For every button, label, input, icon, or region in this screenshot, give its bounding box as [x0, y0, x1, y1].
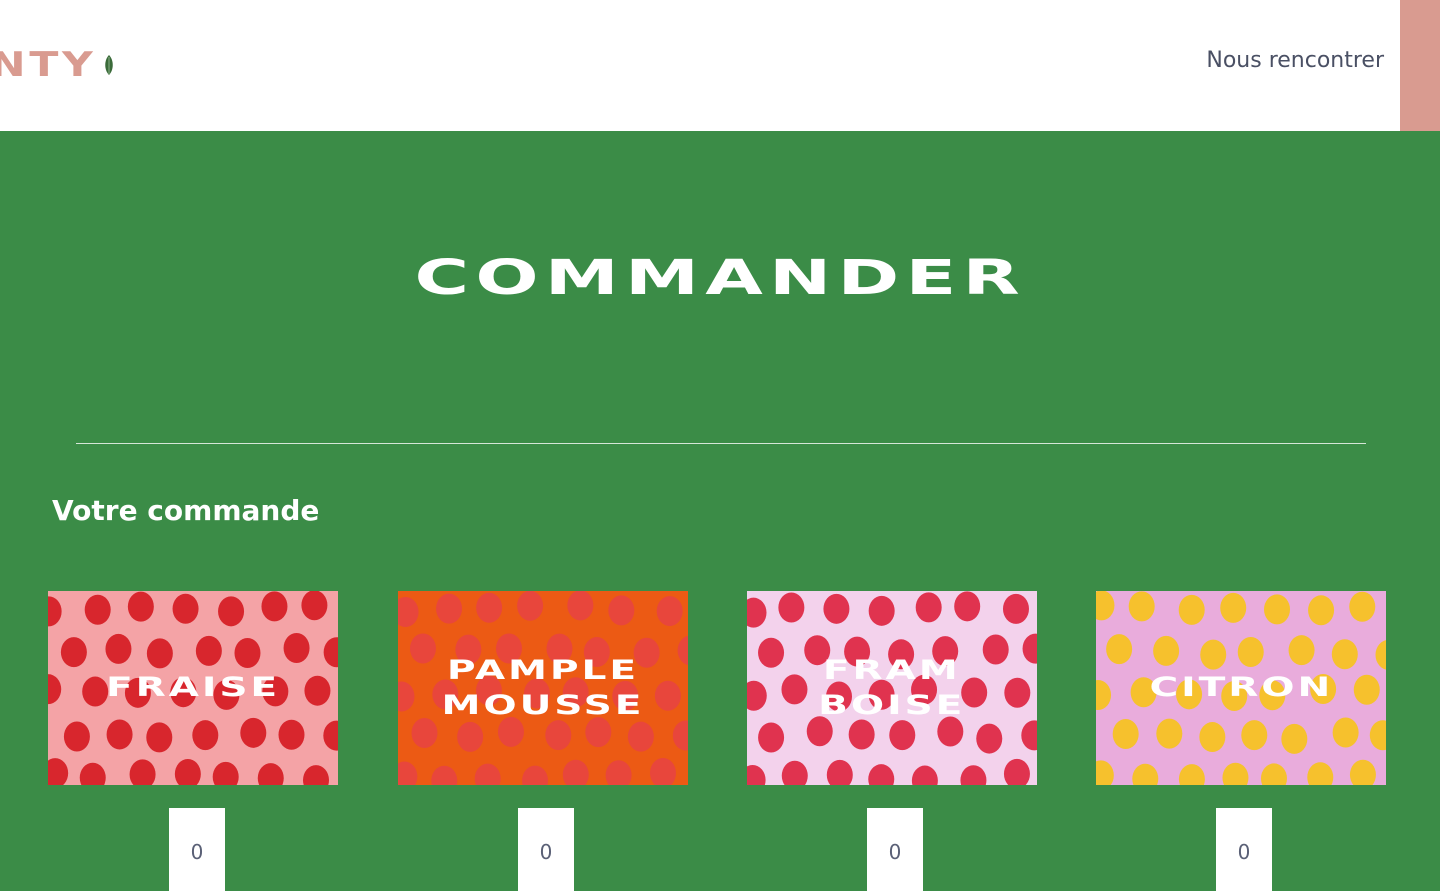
product-card-framboise[interactable]: FRAM BOISE — [747, 591, 1037, 785]
site-header: NTY Nous rencontrer — [0, 0, 1440, 131]
nav-link-nous-rencontrer[interactable]: Nous rencontrer — [1206, 48, 1384, 73]
product-card-fraise[interactable]: FRAISE — [48, 591, 338, 785]
order-section-title: Votre commande — [52, 494, 320, 527]
logo[interactable]: NTY — [0, 47, 115, 83]
page-title: COMMANDER — [414, 250, 1026, 306]
quantity-field-framboise[interactable]: 0 — [867, 808, 923, 891]
leaf-icon — [105, 55, 114, 75]
product-card-pamplemousse[interactable]: PAMPLE MOUSSE — [398, 591, 688, 785]
product-label: FRAM BOISE — [818, 654, 966, 721]
product-card-citron[interactable]: CITRON — [1096, 591, 1386, 785]
quantity-field-pamplemousse[interactable]: 0 — [518, 808, 574, 891]
logo-text: NTY — [0, 47, 97, 83]
header-accent-bar — [1400, 0, 1440, 131]
quantity-field-citron[interactable]: 0 — [1216, 808, 1272, 891]
quantity-field-fraise[interactable]: 0 — [169, 808, 225, 891]
product-label: PAMPLE MOUSSE — [441, 654, 645, 721]
divider — [76, 443, 1366, 444]
product-label: CITRON — [1149, 672, 1333, 704]
product-label: FRAISE — [105, 672, 281, 704]
